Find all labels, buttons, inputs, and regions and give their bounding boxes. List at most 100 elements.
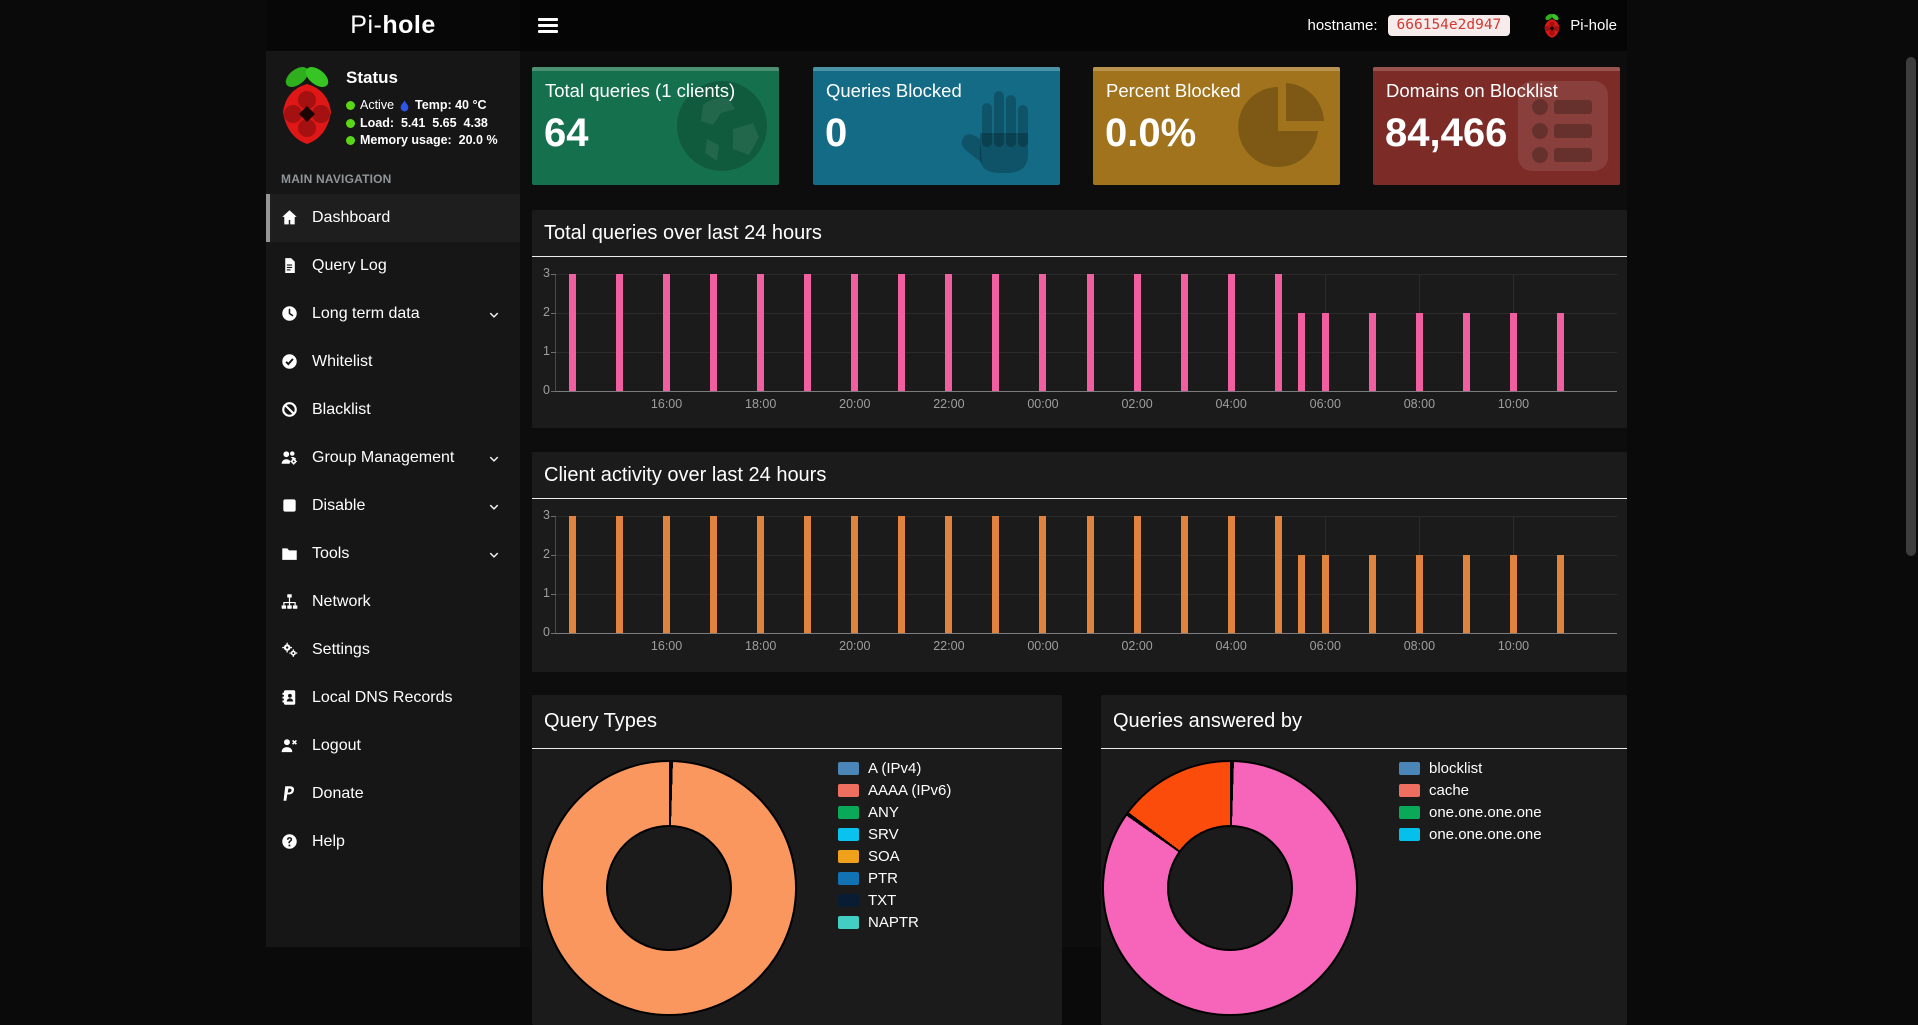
- pihole-logo[interactable]: Pi-hole: [266, 0, 520, 51]
- sidebar-item-tools[interactable]: Tools: [266, 530, 520, 578]
- card-title: Domains on Blocklist: [1386, 80, 1558, 102]
- queries-answered-by-box: Queries answered by blocklistcacheone.on…: [1101, 695, 1627, 1025]
- bar[interactable]: [1557, 555, 1564, 633]
- bar[interactable]: [1181, 274, 1188, 391]
- ban-icon: [281, 401, 299, 419]
- bar[interactable]: [1369, 555, 1376, 633]
- bar[interactable]: [945, 516, 952, 633]
- sidebar-item-label: Whitelist: [312, 353, 372, 371]
- x-tick-label: 22:00: [933, 639, 964, 653]
- x-tick-label: 02:00: [1121, 397, 1152, 411]
- sidebar-item-query-log[interactable]: Query Log: [266, 242, 520, 290]
- bar[interactable]: [1087, 516, 1094, 633]
- bar[interactable]: [1298, 555, 1305, 633]
- legend-label: one.one.one.one: [1429, 806, 1542, 819]
- bar[interactable]: [1039, 274, 1046, 391]
- sidebar-item-logout[interactable]: Logout: [266, 722, 520, 770]
- bar[interactable]: [1275, 274, 1282, 391]
- bar[interactable]: [992, 516, 999, 633]
- bar[interactable]: [757, 516, 764, 633]
- bar[interactable]: [804, 274, 811, 391]
- bar[interactable]: [569, 274, 576, 391]
- bar[interactable]: [1416, 313, 1423, 391]
- usertimes-icon: [281, 737, 299, 755]
- legend-swatch: [838, 828, 859, 841]
- bar[interactable]: [1416, 555, 1423, 633]
- bar[interactable]: [1134, 274, 1141, 391]
- sidebar-item-network[interactable]: Network: [266, 578, 520, 626]
- bar[interactable]: [1463, 555, 1470, 633]
- total-queries-bar-chart[interactable]: 012316:0018:0020:0022:0000:0002:0004:000…: [556, 274, 1617, 391]
- bar[interactable]: [710, 274, 717, 391]
- client-activity-bar-chart[interactable]: 012316:0018:0020:0022:0000:0002:0004:000…: [556, 516, 1617, 633]
- y-tick: [551, 516, 556, 517]
- bar[interactable]: [898, 516, 905, 633]
- bar[interactable]: [1181, 516, 1188, 633]
- sidebar-item-label: Tools: [312, 545, 349, 563]
- bar[interactable]: [1510, 313, 1517, 391]
- bar[interactable]: [1463, 313, 1470, 391]
- sidebar-item-whitelist[interactable]: Whitelist: [266, 338, 520, 386]
- sidebar-item-local-dns-records[interactable]: Local DNS Records: [266, 674, 520, 722]
- x-tick-label: 08:00: [1404, 639, 1435, 653]
- bar[interactable]: [663, 274, 670, 391]
- bar[interactable]: [851, 274, 858, 391]
- chart-title: Queries answered by: [1101, 695, 1627, 749]
- bar[interactable]: [1134, 516, 1141, 633]
- card-total-queries-1-clients-: Total queries (1 clients)64: [532, 67, 779, 185]
- gears-icon: [281, 641, 299, 659]
- bar[interactable]: [1275, 516, 1282, 633]
- x-axis-line: [556, 633, 1617, 634]
- bar[interactable]: [1557, 313, 1564, 391]
- sidebar-toggle-hamburger-icon[interactable]: [538, 15, 562, 35]
- usersgear-icon: [281, 449, 299, 467]
- sidebar-item-settings[interactable]: Settings: [266, 626, 520, 674]
- hostname-label: hostname:: [1307, 17, 1377, 34]
- bar[interactable]: [663, 516, 670, 633]
- page-scrollbar[interactable]: [1906, 57, 1916, 556]
- bar[interactable]: [616, 516, 623, 633]
- file-icon: [281, 257, 299, 275]
- sidebar-item-label: Dashboard: [312, 209, 390, 227]
- queries-answered-by-donut-chart[interactable]: [1104, 762, 1356, 1014]
- bar[interactable]: [1039, 516, 1046, 633]
- sidebar-item-long-term-data[interactable]: Long term data: [266, 290, 520, 338]
- status-ok-icon: [346, 119, 355, 128]
- status-line-load: Load: 5.41 5.65 4.38: [346, 115, 498, 133]
- bar[interactable]: [569, 516, 576, 633]
- bar[interactable]: [804, 516, 811, 633]
- bar[interactable]: [757, 274, 764, 391]
- sidebar-item-group-management[interactable]: Group Management: [266, 434, 520, 482]
- app-wrapper: Pi-hole hostname: 666154e2d947 Pi-hole: [266, 0, 1627, 947]
- y-tick-label: 2: [532, 305, 550, 319]
- query-types-donut-chart[interactable]: [543, 762, 795, 1014]
- bar[interactable]: [1322, 313, 1329, 391]
- bar[interactable]: [1322, 555, 1329, 633]
- x-tick-label: 22:00: [933, 397, 964, 411]
- sidebar-item-dashboard[interactable]: Dashboard: [266, 194, 520, 242]
- bar[interactable]: [1228, 516, 1235, 633]
- sidebar-item-disable[interactable]: Disable: [266, 482, 520, 530]
- x-tick-label: 18:00: [745, 639, 776, 653]
- clock-icon: [281, 305, 299, 323]
- donut-hole: [606, 825, 732, 951]
- sidebar-item-donate[interactable]: Donate: [266, 770, 520, 818]
- bar[interactable]: [1369, 313, 1376, 391]
- bar[interactable]: [992, 274, 999, 391]
- status-ok-icon: [346, 101, 355, 110]
- sidebar-item-help[interactable]: Help: [266, 818, 520, 866]
- sidebar-item-blacklist[interactable]: Blacklist: [266, 386, 520, 434]
- bar[interactable]: [1298, 313, 1305, 391]
- bar[interactable]: [1087, 274, 1094, 391]
- x-tick-label: 10:00: [1498, 397, 1529, 411]
- bar[interactable]: [851, 516, 858, 633]
- bar[interactable]: [1228, 274, 1235, 391]
- bar[interactable]: [898, 274, 905, 391]
- card-value: 0.0%: [1105, 111, 1196, 156]
- bar[interactable]: [1510, 555, 1517, 633]
- logo-suffix: hole: [382, 11, 435, 40]
- bar[interactable]: [945, 274, 952, 391]
- bar[interactable]: [616, 274, 623, 391]
- bar[interactable]: [710, 516, 717, 633]
- x-tick-label: 06:00: [1310, 639, 1341, 653]
